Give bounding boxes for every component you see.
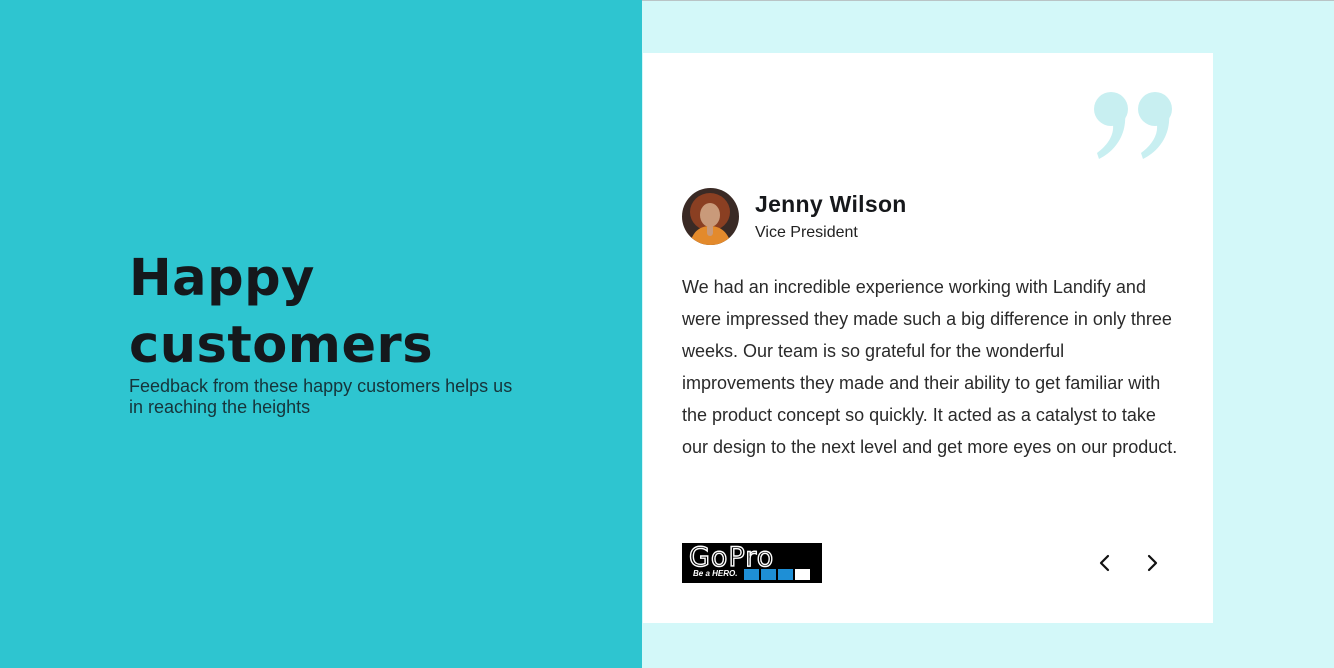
hero-panel: Happy customers Feedback from these happ… [0, 0, 642, 668]
testimonial-text: We had an incredible experience working … [682, 277, 1178, 457]
page-subtitle: Feedback from these happy customers help… [129, 376, 513, 417]
chevron-right-icon [1147, 554, 1158, 572]
previous-button[interactable] [1093, 551, 1117, 575]
reviewer-name: Jenny Wilson [755, 191, 907, 217]
logo-squares [744, 569, 810, 580]
avatar [682, 188, 739, 245]
logo-tagline: Be a HERO. [693, 569, 738, 578]
reviewer-role: Vice President [755, 224, 858, 241]
testimonial-card: Jenny Wilson Vice President We had an in… [643, 53, 1213, 623]
page-title: Happy customers [129, 249, 434, 375]
chevron-left-icon [1099, 554, 1110, 572]
quote-icon [1093, 89, 1175, 166]
company-logo: GoPro Be a HERO. [682, 542, 822, 583]
next-button[interactable] [1140, 551, 1164, 575]
